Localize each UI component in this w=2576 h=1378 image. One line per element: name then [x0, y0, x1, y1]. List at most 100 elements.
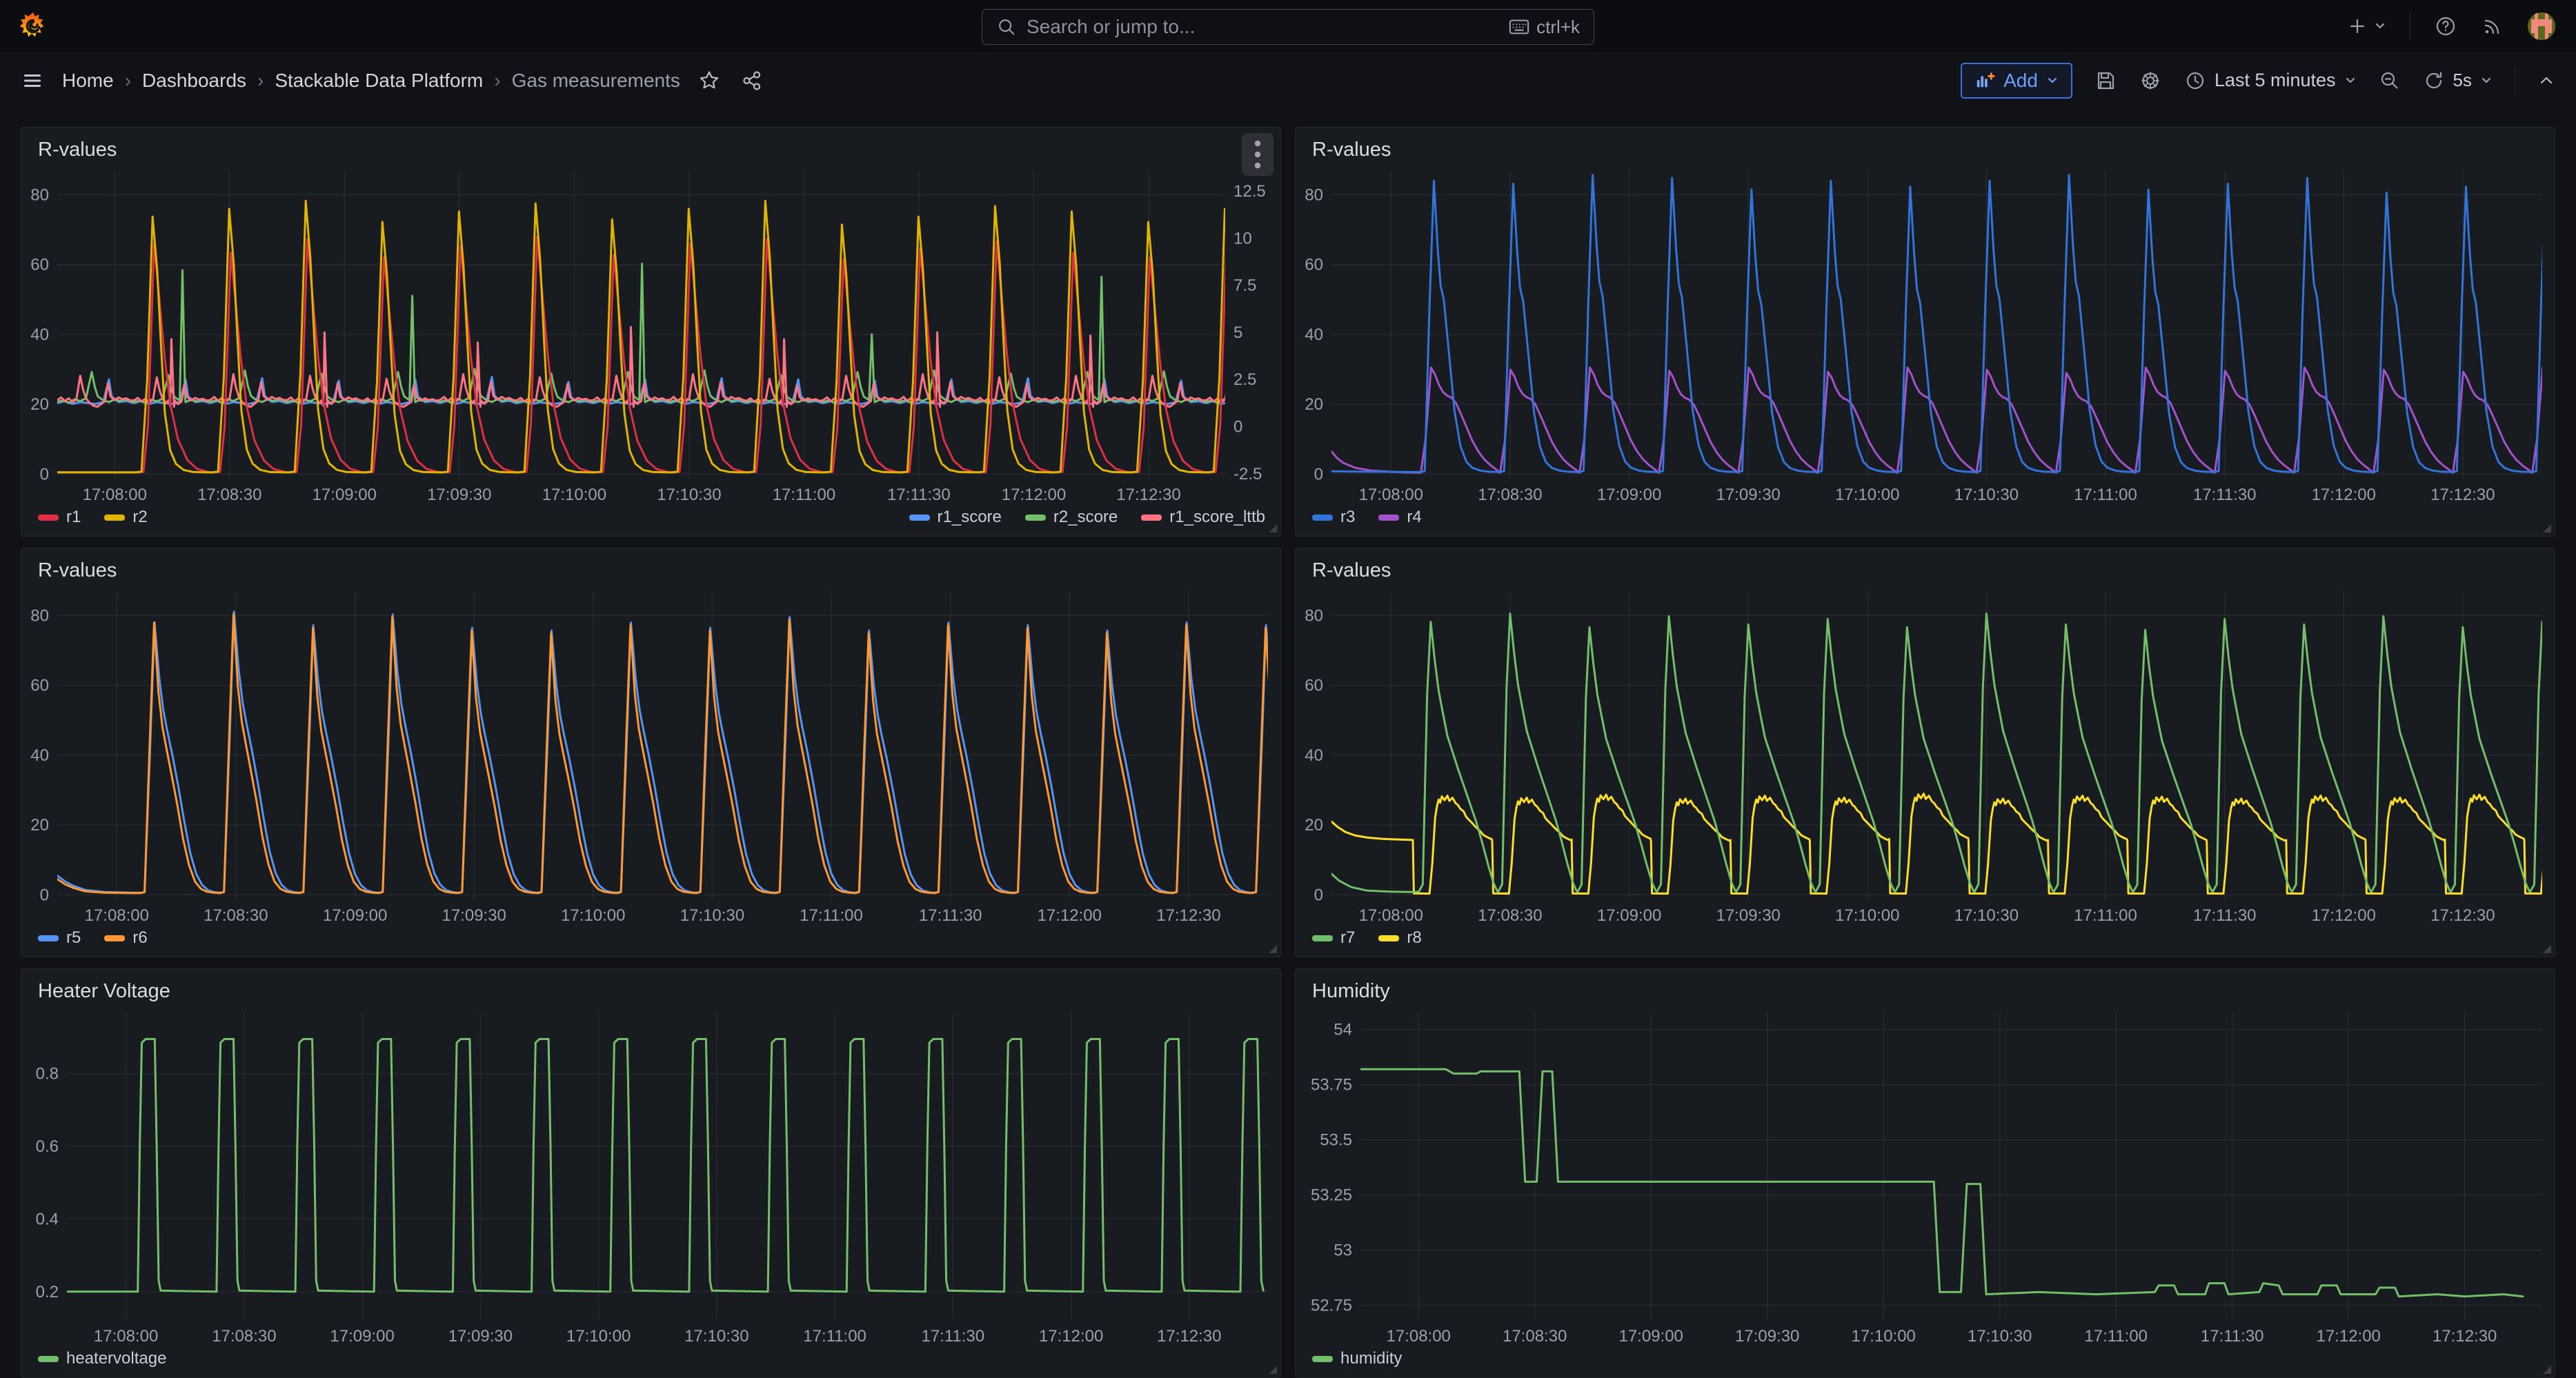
- chart-r-values-3[interactable]: 02040608017:08:0017:08:3017:09:0017:09:3…: [21, 583, 1280, 925]
- svg-text:17:08:00: 17:08:00: [85, 906, 149, 925]
- avatar[interactable]: [2528, 12, 2555, 40]
- chart-heater-voltage[interactable]: 0.20.40.60.817:08:0017:08:3017:09:0017:0…: [21, 1003, 1280, 1346]
- legend-group-left: r1 r2: [38, 508, 148, 527]
- new-button[interactable]: [2346, 15, 2386, 37]
- save-dashboard-button[interactable]: [2094, 70, 2117, 92]
- breadcrumb-current: Gas measurements: [512, 70, 680, 92]
- breadcrumb-dashboards[interactable]: Dashboards: [142, 70, 246, 92]
- svg-text:17:10:30: 17:10:30: [684, 1327, 749, 1346]
- legend-item-humidity[interactable]: humidity: [1312, 1349, 1402, 1368]
- legend-label: r1_score: [938, 508, 1002, 527]
- panel-title[interactable]: R-values: [21, 128, 1280, 162]
- share-button[interactable]: [741, 70, 763, 92]
- legend: heatervoltage: [21, 1346, 1280, 1377]
- panel-title[interactable]: R-values: [21, 548, 1280, 583]
- panel-title[interactable]: Heater Voltage: [21, 969, 1280, 1003]
- legend-item-r8[interactable]: r8: [1378, 928, 1421, 948]
- chart-canvas[interactable]: 02040608017:08:0017:08:3017:09:0017:09:3…: [21, 162, 1280, 504]
- series-r4: [1331, 368, 2555, 472]
- zoom-out-icon: [2379, 70, 2401, 92]
- zoom-out-button[interactable]: [2379, 70, 2401, 92]
- chart-canvas[interactable]: 02040608017:08:0017:08:3017:09:0017:09:3…: [1296, 583, 2555, 925]
- news-button[interactable]: [2481, 14, 2504, 38]
- panel-title[interactable]: Humidity: [1296, 969, 2555, 1003]
- dashboard-settings-button[interactable]: [2139, 69, 2162, 92]
- help-button[interactable]: [2434, 14, 2457, 38]
- breadcrumb-folder[interactable]: Stackable Data Platform: [275, 70, 483, 92]
- svg-text:17:11:00: 17:11:00: [2074, 486, 2137, 504]
- legend-item-r1_score_lttb[interactable]: r1_score_lttb: [1141, 508, 1265, 527]
- legend-item-r2[interactable]: r2: [104, 508, 147, 527]
- svg-text:17:08:00: 17:08:00: [1386, 1327, 1450, 1346]
- legend-group-left: r7 r8: [1312, 928, 1422, 948]
- legend-item-r5[interactable]: r5: [38, 928, 81, 948]
- svg-text:17:08:00: 17:08:00: [1359, 906, 1423, 925]
- svg-text:54: 54: [1334, 1021, 1352, 1039]
- legend-group-left: heatervoltage: [38, 1349, 166, 1368]
- legend-label: r2: [132, 508, 147, 527]
- add-panel-button[interactable]: Add: [1961, 63, 2072, 99]
- legend-label: heatervoltage: [66, 1349, 166, 1368]
- top-navigation-bar: Search or jump to... ctrl+k: [0, 0, 2576, 53]
- breadcrumb-home[interactable]: Home: [62, 70, 114, 92]
- svg-text:17:08:30: 17:08:30: [1503, 1327, 1567, 1346]
- svg-text:17:08:30: 17:08:30: [204, 906, 268, 925]
- mega-menu-button[interactable]: [21, 69, 44, 92]
- favorite-button[interactable]: [698, 70, 720, 92]
- svg-text:17:09:30: 17:09:30: [1716, 906, 1780, 925]
- legend-item-r3[interactable]: r3: [1312, 508, 1355, 527]
- clock-icon: [2184, 70, 2206, 92]
- chart-canvas[interactable]: 52.755353.2553.553.755417:08:0017:08:301…: [1296, 1003, 2555, 1346]
- svg-text:17:12:30: 17:12:30: [1116, 486, 1180, 504]
- time-range-label: Last 5 minutes: [2215, 70, 2336, 91]
- legend-item-r1_score[interactable]: r1_score: [909, 508, 1002, 527]
- legend-item-r1[interactable]: r1: [38, 508, 81, 527]
- collapse-toolbar-button[interactable]: [2537, 72, 2555, 90]
- svg-text:17:11:00: 17:11:00: [2084, 1327, 2148, 1346]
- svg-text:12.5: 12.5: [1233, 182, 1266, 201]
- breadcrumb-separator: ›: [246, 70, 275, 92]
- chart-r-values-4[interactable]: 02040608017:08:0017:08:3017:09:0017:09:3…: [1296, 583, 2555, 925]
- svg-text:17:09:30: 17:09:30: [427, 486, 491, 504]
- chart-r-values-2[interactable]: 02040608017:08:0017:08:3017:09:0017:09:3…: [1296, 162, 2555, 504]
- legend-swatch: [104, 935, 125, 941]
- legend-item-r4[interactable]: r4: [1378, 508, 1421, 527]
- svg-text:17:12:30: 17:12:30: [2430, 486, 2495, 504]
- svg-text:40: 40: [30, 326, 49, 344]
- svg-text:17:11:30: 17:11:30: [2193, 906, 2257, 925]
- legend-label: r1_score_lttb: [1169, 508, 1265, 527]
- search-input[interactable]: Search or jump to... ctrl+k: [982, 9, 1594, 45]
- legend-item-heatervoltage[interactable]: heatervoltage: [38, 1349, 166, 1368]
- svg-text:7.5: 7.5: [1233, 277, 1256, 295]
- grafana-logo[interactable]: [0, 10, 66, 42]
- legend-item-r2_score[interactable]: r2_score: [1025, 508, 1118, 527]
- chart-canvas[interactable]: 0.20.40.60.817:08:0017:08:3017:09:0017:0…: [21, 1003, 1280, 1346]
- svg-text:60: 60: [30, 677, 49, 695]
- svg-text:17:10:30: 17:10:30: [1968, 1327, 2032, 1346]
- rss-icon: [2481, 14, 2504, 38]
- series-r8: [1331, 794, 2555, 894]
- keyboard-icon: [1509, 18, 1529, 36]
- svg-text:17:10:00: 17:10:00: [1835, 486, 1899, 504]
- legend: r5 r6: [21, 925, 1280, 957]
- svg-text:17:12:00: 17:12:00: [1039, 1327, 1103, 1346]
- svg-text:20: 20: [1305, 816, 1323, 835]
- svg-text:17:10:00: 17:10:00: [1835, 906, 1899, 925]
- chart-r-values-1[interactable]: 02040608017:08:0017:08:3017:09:0017:09:3…: [21, 162, 1280, 504]
- refresh-picker[interactable]: 5s: [2423, 70, 2493, 92]
- legend-item-r7[interactable]: r7: [1312, 928, 1355, 948]
- chart-canvas[interactable]: 02040608017:08:0017:08:3017:09:0017:09:3…: [21, 583, 1280, 925]
- panel-title[interactable]: R-values: [1296, 548, 2555, 583]
- chart-canvas[interactable]: 02040608017:08:0017:08:3017:09:0017:09:3…: [1296, 162, 2555, 504]
- svg-text:80: 80: [30, 606, 49, 625]
- chart-humidity[interactable]: 52.755353.2553.553.755417:08:0017:08:301…: [1296, 1003, 2555, 1346]
- legend-item-r6[interactable]: r6: [104, 928, 147, 948]
- panel-r-values-3: R-values 02040608017:08:0017:08:3017:09:…: [21, 548, 1281, 957]
- panel-title[interactable]: R-values: [1296, 128, 2555, 162]
- svg-text:17:09:30: 17:09:30: [1716, 486, 1780, 504]
- svg-text:5: 5: [1233, 323, 1242, 342]
- svg-text:17:08:00: 17:08:00: [1359, 486, 1423, 504]
- legend: r1 r2 r1_score r2_score r1_score_lttb: [21, 504, 1280, 536]
- time-range-picker[interactable]: Last 5 minutes: [2184, 70, 2357, 92]
- search-shortcut: ctrl+k: [1509, 17, 1580, 38]
